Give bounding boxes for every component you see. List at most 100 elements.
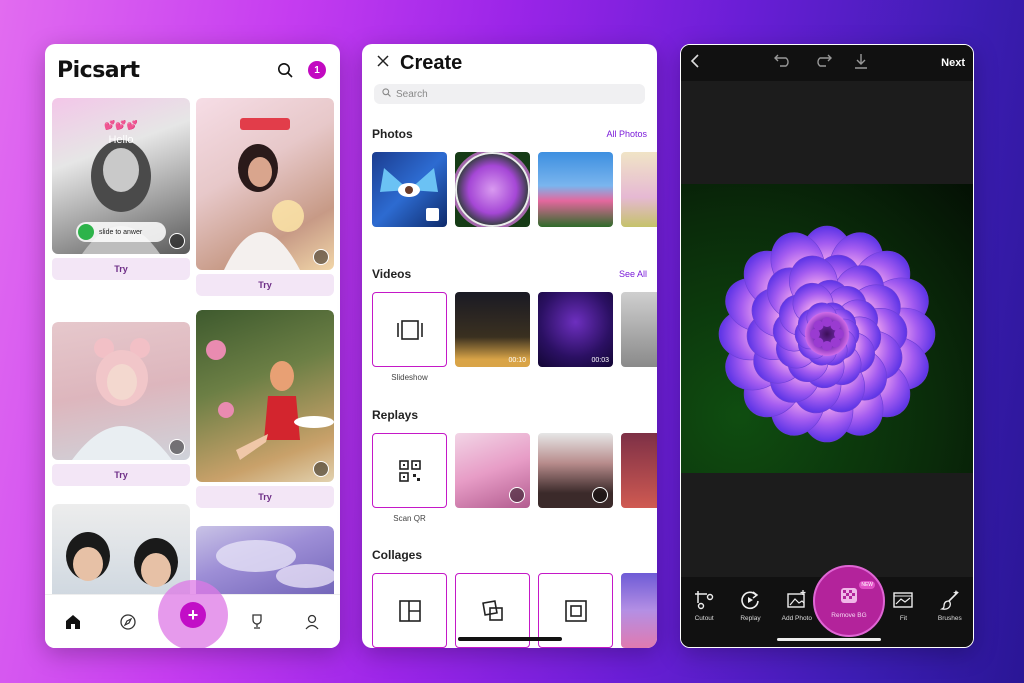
remove-bg-icon — [841, 587, 857, 603]
feed-card[interactable] — [196, 526, 334, 594]
slideshow-item[interactable]: Slideshow — [372, 292, 447, 382]
cutout-icon — [695, 591, 714, 610]
feed-screen: Picsart 1 💕💕💕 Hello slide to anwer Try T… — [45, 44, 340, 648]
selection-ring — [455, 152, 530, 227]
home-indicator — [777, 638, 881, 641]
videos-section: Videos See All Slideshow 00:10 00:03 — [362, 264, 657, 382]
trophy-icon[interactable] — [246, 611, 268, 633]
create-screen: Create Search Photos All Photos Videos S… — [362, 44, 657, 648]
replay-icon — [313, 461, 329, 477]
replay-thumb[interactable] — [455, 433, 530, 508]
tool-label: Remove BG — [831, 611, 867, 619]
notifications-button[interactable]: 1 — [306, 59, 328, 81]
video-duration: 00:10 — [508, 357, 526, 364]
try-button[interactable]: Try — [52, 464, 190, 486]
grid-icon — [398, 599, 421, 622]
replays-section: Replays Scan QR — [362, 405, 657, 523]
card-image — [196, 98, 334, 270]
next-button[interactable]: Next — [941, 57, 965, 69]
section-title: Replays — [372, 408, 419, 422]
search-input[interactable]: Search — [374, 84, 645, 104]
video-thumb[interactable] — [621, 292, 657, 367]
profile-icon[interactable] — [301, 611, 323, 633]
card-image — [196, 310, 334, 482]
try-button[interactable]: Try — [52, 258, 190, 280]
hearts-decoration: 💕💕💕 — [104, 120, 138, 130]
search-icon — [382, 88, 391, 100]
photos-section: Photos All Photos — [362, 124, 657, 227]
card-image — [52, 322, 190, 460]
try-button[interactable]: Try — [196, 486, 334, 508]
fit-icon — [893, 592, 914, 608]
dahlia-image — [718, 225, 936, 443]
search-placeholder: Search — [396, 88, 428, 100]
freestyle-icon — [481, 599, 503, 621]
photo-thumb-selected[interactable] — [455, 152, 530, 227]
photo-thumb[interactable] — [372, 152, 447, 227]
back-icon[interactable] — [689, 53, 701, 74]
download-icon[interactable] — [854, 53, 868, 74]
all-photos-link[interactable]: All Photos — [606, 129, 647, 139]
slideshow-button[interactable] — [372, 292, 447, 367]
new-badge: NEW — [859, 581, 875, 589]
add-photo-icon — [787, 590, 806, 608]
tool-cutout[interactable]: Cutout — [681, 589, 727, 622]
replay-icon — [313, 249, 329, 265]
see-all-link[interactable]: See All — [619, 269, 647, 279]
page-title: Create — [400, 51, 463, 74]
tool-brushes[interactable]: Brushes — [927, 589, 973, 622]
try-button[interactable]: Try — [196, 274, 334, 296]
card-image — [52, 504, 190, 594]
tool-label: Replay — [740, 615, 761, 622]
scan-qr-button[interactable] — [372, 433, 447, 508]
create-plus-button[interactable]: + — [180, 602, 206, 628]
home-indicator — [458, 637, 562, 641]
feed-card[interactable]: Try — [52, 322, 190, 486]
scan-qr-item[interactable]: Scan QR — [372, 433, 447, 523]
undo-icon[interactable] — [774, 53, 792, 74]
hello-text: Hello — [108, 134, 134, 146]
replay-thumb[interactable] — [538, 433, 613, 508]
replay-icon — [169, 439, 185, 455]
editor-toolbar: Next — [681, 45, 973, 81]
replay-icon — [169, 233, 185, 249]
redo-icon[interactable] — [814, 53, 833, 74]
slideshow-icon — [396, 319, 423, 340]
collage-thumb[interactable] — [621, 573, 657, 648]
grid-collage-button[interactable] — [372, 573, 447, 648]
photo-canvas[interactable] — [681, 184, 973, 473]
section-title: Collages — [372, 548, 423, 562]
replay-thumb[interactable] — [621, 433, 657, 508]
video-thumb[interactable]: 00:10 — [455, 292, 530, 367]
create-header: Create — [362, 44, 657, 82]
search-icon[interactable] — [274, 59, 296, 81]
play-icon — [509, 487, 525, 503]
feed-card[interactable]: Try — [196, 310, 334, 508]
feed-grid: 💕💕💕 Hello slide to anwer Try Try Try Try — [45, 96, 340, 594]
compass-icon[interactable] — [117, 611, 139, 633]
card-image: 💕💕💕 Hello slide to anwer — [52, 98, 190, 254]
tool-remove-bg[interactable]: NEW Remove BG — [813, 565, 885, 637]
photo-thumb[interactable] — [538, 152, 613, 227]
close-icon[interactable] — [376, 54, 390, 73]
feed-card[interactable]: 💕💕💕 Hello slide to anwer Try — [52, 98, 190, 280]
video-duration: 00:03 — [591, 357, 609, 364]
section-title: Photos — [372, 127, 413, 141]
tool-label: Fit — [899, 615, 908, 622]
collages-section: Collages — [362, 545, 657, 648]
call-slider: slide to anwer — [76, 222, 166, 242]
video-thumb[interactable]: 00:03 — [538, 292, 613, 367]
home-icon[interactable] — [62, 611, 84, 633]
qr-code-icon — [398, 459, 421, 482]
phone-icon — [78, 224, 94, 240]
notification-badge: 1 — [308, 61, 326, 79]
tool-replay[interactable]: Replay — [727, 589, 773, 622]
scan-qr-caption: Scan QR — [393, 514, 426, 523]
card-image — [196, 526, 334, 594]
feed-card[interactable] — [52, 504, 190, 594]
feed-header: Picsart 1 — [45, 44, 340, 96]
feed-card[interactable]: Try — [196, 98, 334, 296]
photo-thumb[interactable] — [621, 152, 657, 227]
tool-fit[interactable]: Fit — [880, 589, 926, 622]
tool-label: Brushes — [937, 615, 962, 622]
